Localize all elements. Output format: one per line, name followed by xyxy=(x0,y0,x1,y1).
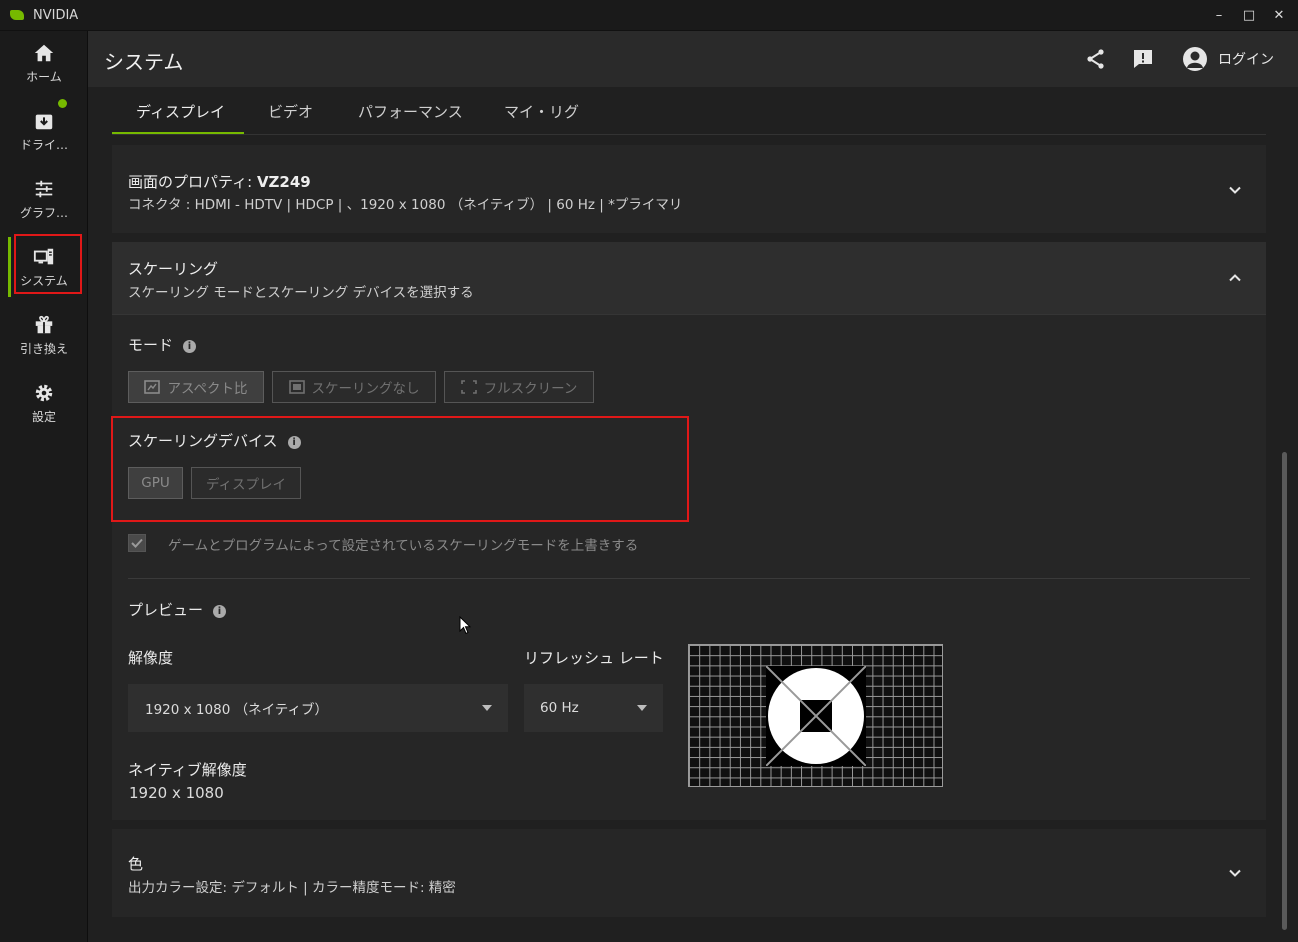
scaling-subtitle: スケーリング モードとスケーリング デバイスを選択する xyxy=(128,285,474,301)
tab-display[interactable]: ディスプレイ xyxy=(136,101,225,122)
dropdown-caret-icon xyxy=(482,705,492,711)
resolution-value: 1920 x 1080 （ネイティブ） xyxy=(145,702,328,718)
gift-icon xyxy=(35,315,53,333)
mode-aspect-ratio-label: アスペクト比 xyxy=(167,381,248,397)
refresh-rate-value: 60 Hz xyxy=(540,700,579,716)
maximize-button[interactable]: □ xyxy=(1238,5,1260,27)
minimize-button[interactable]: – xyxy=(1208,5,1230,27)
resolution-select[interactable]: 1920 x 1080 （ネイティブ） xyxy=(128,684,508,732)
nav-label-settings: 設定 xyxy=(31,409,56,424)
color-title: 色 xyxy=(128,855,144,873)
mode-aspect-ratio-button[interactable]: アスペクト比 xyxy=(128,371,264,403)
display-properties-subtitle: コネクタ : HDMI - HDTV | HDCP | 、1920 x 1080… xyxy=(128,197,683,213)
aspect-ratio-icon xyxy=(144,380,161,394)
refresh-rate-label: リフレッシュ レート xyxy=(524,649,664,667)
page-title: システム xyxy=(104,50,184,74)
section-divider xyxy=(128,578,1250,579)
highlight-box-scaling-device xyxy=(111,416,689,522)
info-icon[interactable]: i xyxy=(183,340,197,353)
close-button[interactable]: ✕ xyxy=(1268,5,1290,27)
override-checkbox[interactable] xyxy=(128,534,146,552)
app-title: NVIDIA xyxy=(33,7,79,23)
driver-download-icon xyxy=(35,114,53,129)
tab-performance[interactable]: パフォーマンス xyxy=(358,101,463,122)
mode-no-scaling-button[interactable]: スケーリングなし xyxy=(272,371,436,403)
nav-item-graphics[interactable]: グラフ… xyxy=(0,167,88,231)
refresh-rate-select[interactable]: 60 Hz xyxy=(524,684,663,732)
highlight-box-system-nav xyxy=(14,234,82,294)
nav-label-graphics: グラフ… xyxy=(19,205,68,220)
window-titlebar: NVIDIA – □ ✕ xyxy=(0,0,1298,31)
nav-item-redeem[interactable]: 引き換え xyxy=(0,303,88,367)
nav-label-home: ホーム xyxy=(26,69,62,84)
color-panel[interactable]: 色 出力カラー設定: デフォルト | カラー精度モード: 精密 xyxy=(112,829,1266,917)
avatar-icon xyxy=(1183,47,1207,71)
mode-no-scaling-label: スケーリングなし xyxy=(311,381,420,397)
fullscreen-icon xyxy=(460,380,477,394)
mouse-cursor-icon xyxy=(459,616,471,635)
display-properties-panel[interactable]: 画面のプロパティ: VZ249 コネクタ : HDMI - HDTV | HDC… xyxy=(112,145,1266,233)
nav-item-drivers[interactable]: ドライ… xyxy=(0,99,88,163)
nav-label-drivers: ドライ… xyxy=(19,137,68,152)
display-properties-title: 画面のプロパティ: VZ249 xyxy=(128,173,311,191)
login-label: ログイン xyxy=(1218,52,1274,68)
scaling-panel-header[interactable]: スケーリング スケーリング モードとスケーリング デバイスを選択する xyxy=(112,242,1266,315)
dropdown-caret-icon xyxy=(637,705,647,711)
tab-bar: ディスプレイ ビデオ パフォーマンス マイ・リグ xyxy=(112,87,1266,135)
nav-label-redeem: 引き換え xyxy=(19,341,68,356)
no-scaling-icon xyxy=(288,380,305,394)
mode-label: モード i xyxy=(128,334,197,355)
chevron-down-icon[interactable] xyxy=(1228,866,1242,880)
page-header: システム ログイン xyxy=(88,31,1298,87)
info-icon[interactable]: i xyxy=(213,605,227,618)
scaling-preview-image xyxy=(688,644,943,787)
chevron-down-icon[interactable] xyxy=(1228,183,1242,197)
driver-update-badge xyxy=(58,99,67,108)
tab-video[interactable]: ビデオ xyxy=(268,101,313,122)
monitor-name: VZ249 xyxy=(256,173,311,191)
nav-item-settings[interactable]: 設定 xyxy=(0,371,88,435)
nav-item-home[interactable]: ホーム xyxy=(0,31,88,95)
chevron-up-icon[interactable] xyxy=(1228,271,1242,285)
tab-my-rig[interactable]: マイ・リグ xyxy=(504,101,579,122)
window-controls: – □ ✕ xyxy=(1200,0,1290,31)
checkmark-icon xyxy=(131,538,143,548)
test-pattern-icon xyxy=(766,666,866,766)
native-resolution-label: ネイティブ解像度 xyxy=(128,761,247,779)
color-subtitle: 出力カラー設定: デフォルト | カラー精度モード: 精密 xyxy=(128,880,456,896)
login-button[interactable]: ログイン xyxy=(1182,43,1274,75)
home-icon xyxy=(34,44,54,61)
scrollbar-thumb[interactable] xyxy=(1282,452,1287,930)
preview-label: プレビュー i xyxy=(128,599,227,620)
mode-fullscreen-label: フルスクリーン xyxy=(483,381,578,397)
resolution-label: 解像度 xyxy=(128,649,174,667)
mode-fullscreen-button[interactable]: フルスクリーン xyxy=(444,371,594,403)
gear-icon xyxy=(35,384,53,401)
sliders-icon xyxy=(35,180,53,197)
active-tab-indicator xyxy=(112,132,244,134)
share-icon[interactable] xyxy=(1084,47,1108,71)
scaling-title: スケーリング xyxy=(128,260,219,278)
nvidia-logo-icon xyxy=(10,10,24,20)
sidebar-nav: ホーム ドライ… グラフ… システム 引き換え 設定 xyxy=(0,31,88,942)
override-label: ゲームとプログラムによって設定されているスケーリングモードを上書きする xyxy=(168,538,639,554)
native-resolution-value: 1920 x 1080 xyxy=(129,784,224,802)
feedback-icon[interactable] xyxy=(1131,47,1155,71)
